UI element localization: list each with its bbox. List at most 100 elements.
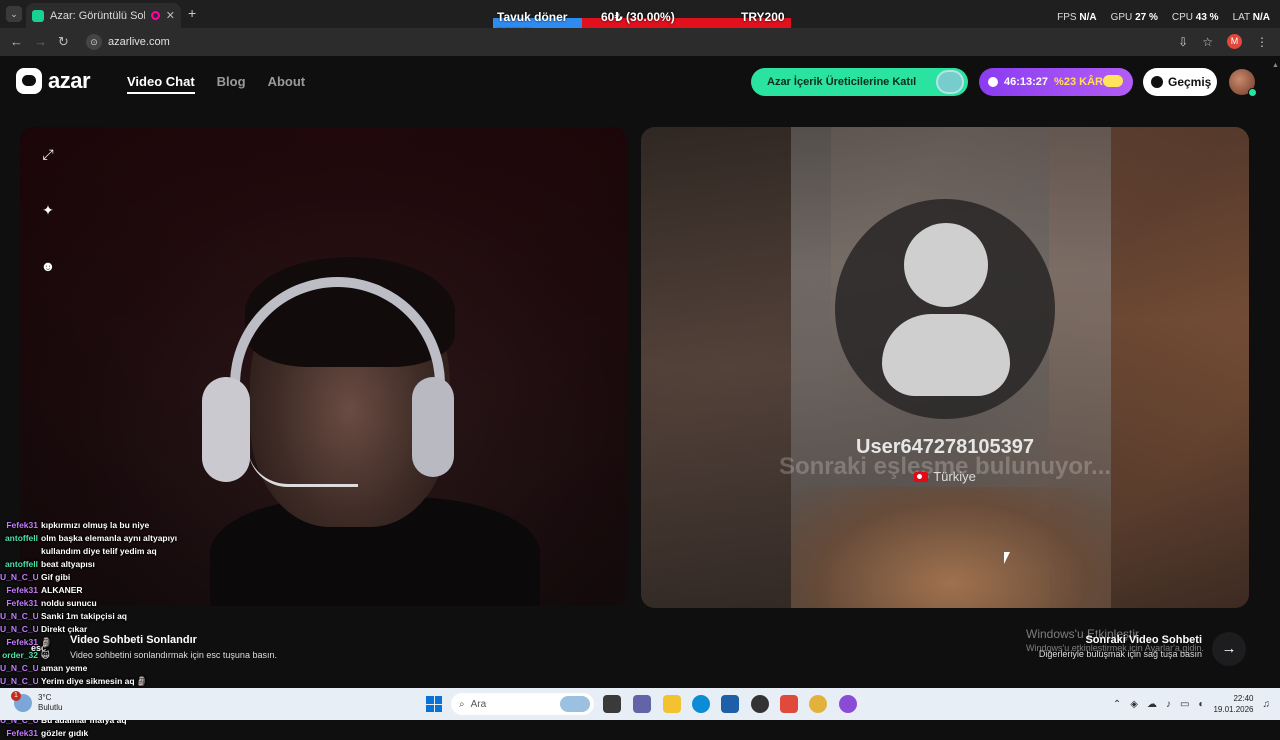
chat-message: Fefek31 kıpkırmızı olmuş la bu niye — [0, 519, 300, 532]
tab-search-icon[interactable]: ⌄ — [6, 6, 22, 22]
url-bar[interactable]: ⊙ azarlive.com — [82, 31, 1182, 53]
chat-message: Fefek31 gözler gıdık — [0, 727, 300, 740]
nav-video-chat[interactable]: Video Chat — [127, 74, 195, 94]
clock[interactable]: 22:40 19.01.2026 — [1213, 693, 1253, 715]
creator-join-label: Azar İçerik Üreticilerine Katıl — [767, 76, 917, 88]
chat-username: U_N_C_U — [0, 611, 38, 621]
creator-badge-icon — [936, 70, 964, 94]
headset-left-cup — [202, 377, 250, 482]
tray-overflow-icon[interactable]: ⌃ — [1113, 699, 1121, 710]
magic-wand-icon[interactable]: ✦ — [38, 200, 58, 220]
creator-join-button[interactable]: Azar İçerik Üreticilerine Katıl — [751, 68, 968, 96]
site-info-icon[interactable]: ⊙ — [86, 34, 102, 50]
user-avatar[interactable] — [1229, 69, 1257, 97]
chat-text: kıpkırmızı olmuş la bu niye — [41, 520, 150, 530]
chat-message: U_N_C_U Direkt çıkar — [0, 623, 300, 636]
avatar-body-icon — [882, 314, 1010, 396]
browser-tab-azar[interactable]: Azar: Görüntülü Sohbet & V ✕ — [26, 3, 181, 28]
date: 19.01.2026 — [1213, 705, 1254, 714]
timer-pill[interactable]: 46:13:27 %23 KÂR — [979, 68, 1133, 96]
chat-username: Fefek31 — [6, 728, 38, 738]
chat-text: 🙀 — [41, 650, 50, 660]
chat-text: noldu sunucu — [41, 598, 97, 608]
chat-username: order_32 — [2, 650, 38, 660]
teams-icon[interactable] — [633, 695, 651, 713]
bookmark-star-icon[interactable]: ☆ — [1202, 35, 1213, 49]
start-button-icon[interactable] — [426, 696, 442, 712]
nav-blog[interactable]: Blog — [217, 74, 246, 94]
close-tab-icon[interactable]: ✕ — [166, 9, 175, 22]
system-tray: ⌃ ◈ ☁ ♪ ▭ ◐ 22:40 19.01.2026 ♫ — [1113, 693, 1270, 715]
file-explorer-icon[interactable] — [663, 695, 681, 713]
search-placeholder: Ara — [470, 698, 487, 710]
chat-text: Gif gibi — [41, 572, 71, 582]
history-button[interactable]: Geçmiş — [1143, 68, 1217, 96]
back-arrow-icon[interactable]: ← — [10, 34, 23, 49]
azar-app: azar Video Chat Blog About Azar İçerik Ü… — [0, 56, 1280, 738]
obs-icon[interactable] — [751, 695, 769, 713]
time: 22:40 — [1233, 694, 1254, 703]
remote-video: Sonraki eşleşme bulunuyor... User6472781… — [641, 127, 1249, 608]
remote-username: User647278105397 — [856, 436, 1034, 458]
task-view-icon[interactable] — [603, 695, 621, 713]
expand-icon[interactable]: ⤢ — [38, 144, 58, 164]
weather-widget[interactable]: 1 3°C Bulutlu — [11, 691, 63, 713]
profile-avatar[interactable]: M — [1227, 34, 1242, 49]
chrome-profile-icon[interactable] — [839, 695, 857, 713]
weather-condition: Bulutlu — [38, 703, 63, 712]
chat-text: aman yeme — [41, 663, 88, 673]
remote-country-label: Türkiye — [933, 469, 976, 484]
chat-message: antoffell beat altyapısı — [0, 558, 300, 571]
azar-logo-mark-icon — [16, 68, 42, 94]
face-filter-icon[interactable]: ☻ — [38, 256, 58, 276]
chat-message: Fefek31 noldu sunucu — [0, 597, 300, 610]
chat-text: olm başka elemanla aynı altyapıyı kullan… — [41, 533, 178, 556]
notification-bell-icon[interactable]: ♫ — [1263, 699, 1271, 710]
network-icon[interactable]: ▭ — [1180, 699, 1189, 710]
url-text: azarlive.com — [108, 36, 170, 48]
search-icon: ⌕ — [459, 698, 465, 710]
timer-value: 46:13:27 — [1004, 76, 1049, 88]
donation-target: TRY200 — [741, 10, 785, 24]
chat-text: Sanki 1m takipçisi aq — [41, 611, 127, 621]
clock-icon — [988, 77, 998, 87]
chat-text: Yerim diye sikmesin aq 🗿 — [41, 676, 148, 686]
address-bar-row: ← → ↻ ⊙ azarlive.com ⇩ ☆ M ⋮ — [0, 28, 1280, 56]
scroll-up-arrow-icon[interactable]: ▲ — [1272, 62, 1279, 69]
cloud-sync-icon[interactable]: ☁ — [1147, 699, 1157, 710]
volume-icon[interactable]: ◐ — [1198, 699, 1204, 710]
video-tools: ⤢ ✦ ☻ — [38, 144, 58, 276]
logo-text: azar — [48, 68, 91, 93]
azar-logo[interactable]: azar — [16, 68, 91, 94]
install-app-icon[interactable]: ⇩ — [1178, 35, 1188, 49]
chat-message: Fefek31 ALKANER — [0, 584, 300, 597]
browser-menu-icon[interactable]: ⋮ — [1256, 35, 1268, 49]
donation-value: 60₺ (30.00%) — [601, 10, 675, 24]
chat-username: Fefek31 — [6, 585, 38, 595]
defender-icon[interactable]: ◈ — [1130, 699, 1138, 710]
chat-text: Direkt çıkar — [41, 624, 88, 634]
search-highlight-icon — [560, 696, 590, 712]
next-chat-control[interactable]: Sonraki Video Sohbeti Diğerleriyle buluş… — [1034, 634, 1202, 659]
perf-fps: FPS N/A — [1057, 12, 1097, 23]
perf-lat: LAT N/A — [1232, 12, 1270, 23]
new-tab-button[interactable]: + — [188, 5, 196, 21]
microphone-icon[interactable]: ♪ — [1166, 699, 1171, 710]
chat-username: antoffell — [4, 533, 38, 543]
app-icon-red[interactable] — [780, 695, 798, 713]
chat-message: U_N_C_U Yerim diye sikmesin aq 🗿 — [0, 675, 300, 688]
taskbar-search[interactable]: ⌕ Ara — [451, 693, 594, 715]
next-arrow-button[interactable]: → — [1212, 632, 1246, 666]
mouse-cursor-icon — [1004, 552, 1010, 564]
forward-arrow-icon[interactable]: → — [34, 34, 47, 49]
chat-username: U_N_C_U — [0, 663, 38, 673]
history-icon — [1151, 76, 1163, 88]
store-icon[interactable] — [721, 695, 739, 713]
edge-icon[interactable] — [692, 695, 710, 713]
nav-about[interactable]: About — [268, 74, 306, 94]
reload-icon[interactable]: ↻ — [58, 34, 69, 50]
temperature: 3°C — [38, 693, 52, 702]
chrome-icon[interactable] — [809, 695, 827, 713]
online-indicator — [1248, 88, 1257, 97]
chat-message: Fefek31 🗿 — [0, 636, 300, 649]
